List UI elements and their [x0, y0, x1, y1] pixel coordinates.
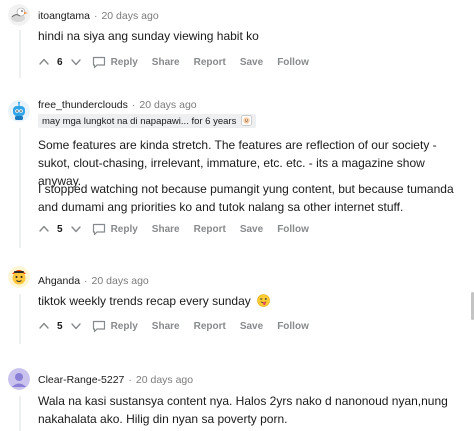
save-label: Save — [239, 56, 264, 68]
vote-score: 6 — [57, 56, 63, 68]
upvote-icon[interactable] — [38, 223, 50, 235]
comment-body: hindi na siya ang sunday viewing habit k… — [38, 29, 259, 43]
report-button[interactable]: Report — [194, 321, 226, 332]
comment-body: tiktok weekly trends recap every sunday — [38, 292, 468, 310]
share-label: Share — [151, 56, 180, 68]
follow-button[interactable]: Follow — [277, 57, 309, 68]
thread-line[interactable] — [19, 294, 21, 344]
comment-time[interactable]: 20 days ago — [101, 10, 158, 22]
share-button[interactable]: Share — [152, 321, 180, 332]
avatar-goose-icon — [8, 4, 30, 26]
avatar-default-icon — [8, 368, 30, 390]
reply-label: Reply — [110, 320, 138, 332]
report-button[interactable]: Report — [194, 224, 226, 235]
save-label: Save — [239, 320, 264, 332]
avatar-robot-icon — [8, 100, 30, 122]
thread-line[interactable] — [19, 30, 21, 78]
comment-meta: itoangtama · 20 days ago — [38, 10, 159, 22]
reply-icon — [92, 56, 105, 68]
reply-button[interactable]: Reply — [92, 56, 138, 69]
vote-score: 5 — [57, 320, 63, 332]
thread-line[interactable] — [19, 128, 21, 248]
comment-actions: 6 Reply Share Report Save Follow — [38, 53, 323, 71]
reply-icon — [92, 223, 105, 235]
vote-group: 5 — [38, 223, 82, 235]
save-button[interactable]: Save — [240, 321, 263, 332]
meta-separator: · — [128, 374, 132, 386]
avatar-face-icon — [8, 266, 30, 288]
reply-button[interactable]: Reply — [92, 320, 138, 333]
upvote-icon[interactable] — [38, 56, 50, 68]
share-button[interactable]: Share — [152, 57, 180, 68]
vote-group: 6 — [38, 56, 82, 68]
comment-meta: Clear-Range-5227 · 20 days ago — [38, 374, 193, 386]
comment-thread: itoangtama · 20 days ago hindi na siya ang… — [0, 0, 474, 431]
follow-label: Follow — [277, 320, 309, 332]
upvote-icon[interactable] — [38, 320, 50, 332]
follow-button[interactable]: Follow — [277, 224, 309, 235]
comment-time[interactable]: 20 days ago — [139, 99, 196, 111]
reply-button[interactable]: Reply — [92, 223, 138, 236]
comment-body-paragraph: I stopped watching not because pumangit … — [38, 182, 454, 214]
vote-group: 5 — [38, 320, 82, 332]
share-label: Share — [151, 320, 180, 332]
share-button[interactable]: Share — [152, 224, 180, 235]
follow-label: Follow — [277, 223, 309, 235]
comment-body: Wala na kasi sustansya content nya. Halo… — [38, 394, 448, 426]
downvote-icon[interactable] — [70, 223, 82, 235]
comment-meta: Ahganda · 20 days ago — [38, 275, 149, 287]
avatar[interactable] — [8, 266, 30, 288]
share-label: Share — [151, 223, 180, 235]
avatar[interactable] — [8, 100, 30, 122]
avatar[interactable] — [8, 4, 30, 26]
reply-icon — [92, 320, 105, 332]
comment-actions: 5 Reply Share Report Save Follow — [38, 220, 323, 238]
thread-line[interactable] — [19, 396, 21, 431]
comment-body-text: tiktok weekly trends recap every sunday — [38, 294, 251, 308]
report-label: Report — [193, 320, 226, 332]
reply-label: Reply — [110, 223, 138, 235]
downvote-icon[interactable] — [70, 56, 82, 68]
meta-separator: · — [93, 10, 98, 22]
follow-label: Follow — [277, 56, 309, 68]
follow-button[interactable]: Follow — [277, 321, 309, 332]
face-with-tongue-emoji-icon — [257, 294, 270, 307]
downvote-icon[interactable] — [70, 320, 82, 332]
user-flair: may mga lungkot na di napapawi... for 6 … — [38, 114, 256, 128]
reply-label: Reply — [110, 56, 138, 68]
comment-time[interactable]: 20 days ago — [136, 374, 193, 386]
meta-separator: · — [84, 275, 88, 287]
meta-separator: · — [131, 99, 136, 111]
avatar[interactable] — [8, 368, 30, 390]
flair-text: may mga lungkot na di napapawi... for 6 … — [42, 116, 237, 127]
vote-score: 5 — [57, 223, 63, 235]
save-button[interactable]: Save — [240, 224, 263, 235]
report-label: Report — [193, 223, 226, 235]
save-label: Save — [239, 223, 264, 235]
author-name[interactable]: itoangtama — [38, 10, 90, 22]
save-button[interactable]: Save — [240, 57, 263, 68]
report-button[interactable]: Report — [194, 57, 226, 68]
flair-emoji-icon — [241, 115, 252, 126]
author-name[interactable]: Ahganda — [38, 275, 80, 287]
comment-meta: free_thunderclouds · 20 days ago — [38, 99, 197, 111]
author-name[interactable]: Clear-Range-5227 — [38, 374, 124, 386]
comment-time[interactable]: 20 days ago — [92, 275, 149, 287]
report-label: Report — [193, 56, 226, 68]
author-name[interactable]: free_thunderclouds — [38, 99, 128, 111]
comment-actions: 5 Reply Share Report Save Follow — [38, 317, 323, 335]
